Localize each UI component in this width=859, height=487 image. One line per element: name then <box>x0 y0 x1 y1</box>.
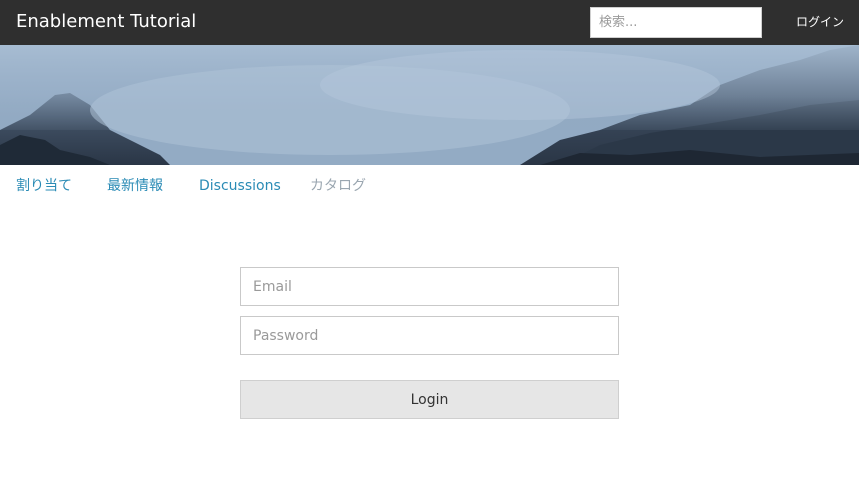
main-nav: 割り当て 最新情報 Discussions カタログ <box>0 165 859 205</box>
top-bar: Enablement Tutorial ログイン <box>0 0 859 45</box>
login-form: Login <box>240 267 619 419</box>
nav-item-assignments[interactable]: 割り当て <box>16 177 72 195</box>
banner-image <box>0 45 859 165</box>
login-button[interactable]: Login <box>240 380 619 419</box>
nav-item-catalog[interactable]: カタログ <box>310 177 366 195</box>
login-link[interactable]: ログイン <box>796 14 844 30</box>
password-field[interactable] <box>240 316 619 355</box>
nav-item-news[interactable]: 最新情報 <box>107 177 163 195</box>
nav-item-discussions[interactable]: Discussions <box>199 177 281 195</box>
email-field[interactable] <box>240 267 619 306</box>
search-input[interactable] <box>590 7 762 38</box>
site-title[interactable]: Enablement Tutorial <box>16 10 196 34</box>
mountain-fog-image <box>0 45 859 165</box>
